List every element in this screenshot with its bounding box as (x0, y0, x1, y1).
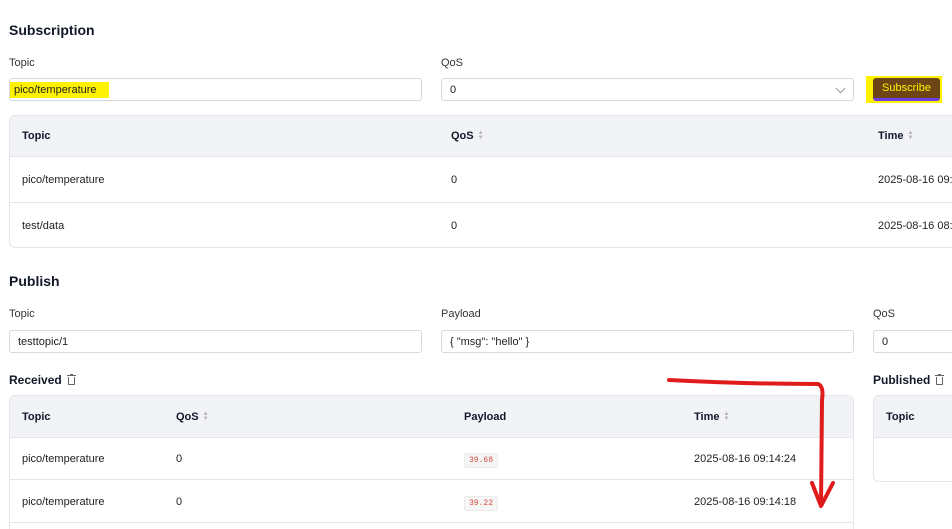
row-qos: 0 (451, 220, 458, 232)
col-qos-header-label: QoS (451, 130, 474, 142)
row-time: 2025-08-16 08:4 (878, 220, 952, 232)
col-time-header[interactable]: Time ▲ ▼ (694, 411, 729, 423)
sort-icon: ▲ ▼ (907, 130, 914, 142)
subscriptions-table: Topic QoS ▲ ▼ Time ▲ ▼ pico/temperature 0 20… (9, 115, 952, 248)
row-time: 2025-08-16 09:14:18 (694, 496, 797, 508)
received-title-group: Received (9, 373, 76, 387)
trash-icon[interactable] (935, 374, 945, 385)
publish-qos-label: QoS (873, 308, 896, 320)
publish-qos-select[interactable]: 0 (873, 330, 952, 353)
col-payload-header: Payload (464, 411, 507, 423)
col-topic-header: Topic (22, 130, 51, 142)
row-time: 2025-08-16 09:0 (878, 174, 952, 186)
row-payload: 39.68 (464, 453, 499, 468)
subscription-qos-select[interactable]: 0 (441, 78, 854, 101)
col-time-header-label: Time (694, 411, 720, 423)
sort-icon: ▲ ▼ (477, 130, 484, 142)
received-title: Received (9, 373, 62, 387)
subscription-qos-value: 0 (450, 83, 457, 96)
row-qos: 0 (176, 453, 183, 465)
publish-payload-value: { "msg": "hello" } (450, 335, 530, 348)
publish-topic-value: testtopic/1 (18, 335, 69, 348)
row-payload: 39.22 (464, 496, 499, 511)
chevron-down-icon (835, 83, 846, 94)
row-qos: 0 (176, 496, 183, 508)
publish-topic-label: Topic (9, 308, 35, 320)
col-qos-header[interactable]: QoS ▲ ▼ (451, 130, 484, 142)
sort-icon: ▲ ▼ (202, 411, 209, 423)
row-topic: pico/temperature (22, 174, 105, 186)
col-qos-header[interactable]: QoS ▲ ▼ (176, 411, 209, 423)
col-qos-header-label: QoS (176, 411, 199, 423)
subscription-topic-label: Topic (9, 57, 35, 69)
col-topic-header: Topic (22, 411, 51, 423)
table-row[interactable]: test/data 0 2025-08-16 08:4 (10, 203, 952, 247)
publish-qos-value: 0 (882, 335, 889, 348)
table-row[interactable]: pico/temperature 0 39.68 2025-08-16 09:1… (10, 438, 853, 480)
col-time-header[interactable]: Time ▲ ▼ (878, 130, 913, 142)
subscription-topic-value: pico/temperature (10, 81, 109, 98)
subscribe-button[interactable]: Subscribe (873, 78, 940, 101)
row-time: 2025-08-16 09:14:24 (694, 453, 797, 465)
publish-payload-label: Payload (441, 308, 481, 320)
col-topic-header: Topic (886, 411, 915, 423)
table-row[interactable]: pico/temperature 0 2025-08-16 09:0 (10, 157, 952, 203)
subscriptions-table-header: Topic QoS ▲ ▼ Time ▲ ▼ (10, 116, 952, 157)
row-qos: 0 (451, 174, 458, 186)
received-table: Topic QoS ▲ ▼ Payload Time ▲ ▼ pico/temperat… (9, 395, 854, 529)
publish-topic-input[interactable]: testtopic/1 (9, 330, 422, 353)
published-title-group: Published (873, 373, 945, 387)
published-table: Topic (873, 395, 952, 482)
published-table-header: Topic (874, 396, 952, 438)
row-topic: pico/temperature (22, 496, 105, 508)
subscription-qos-label: QoS (441, 57, 464, 69)
row-topic: pico/temperature (22, 453, 105, 465)
trash-icon[interactable] (66, 374, 76, 385)
subscription-title: Subscription (9, 22, 95, 38)
subscription-topic-input[interactable]: pico/temperature (9, 78, 422, 101)
table-row[interactable]: pico/temperature 0 39.22 2025-08-16 09:1… (10, 480, 853, 523)
received-table-header: Topic QoS ▲ ▼ Payload Time ▲ ▼ (10, 396, 853, 438)
publish-title: Publish (9, 273, 60, 289)
sort-icon: ▲ ▼ (723, 411, 730, 423)
row-topic: test/data (22, 220, 65, 232)
publish-payload-input[interactable]: { "msg": "hello" } (441, 330, 854, 353)
published-title: Published (873, 373, 931, 387)
col-time-header-label: Time (878, 130, 904, 142)
